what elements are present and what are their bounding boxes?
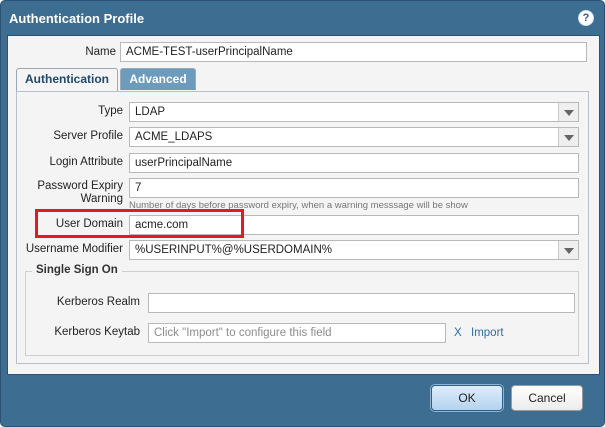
import-link[interactable]: Import [471, 327, 504, 339]
server-profile-select[interactable]: ACME_LDAPS [129, 127, 579, 147]
type-label: Type [98, 105, 123, 117]
server-profile-label: Server Profile [53, 130, 123, 142]
name-label: Name [85, 46, 116, 58]
sso-legend: Single Sign On [32, 264, 122, 276]
authentication-profile-dialog: Authentication Profile ? Name ACME-TEST-… [0, 0, 605, 427]
password-expiry-label-line1: Password Expiry [37, 180, 123, 192]
password-expiry-label: Password Expiry Warning [17, 180, 123, 206]
username-modifier-label: Username Modifier [25, 243, 123, 255]
login-attribute-input[interactable]: userPrincipalName [129, 153, 579, 173]
password-expiry-label-line2: Warning [80, 193, 123, 205]
name-input[interactable]: ACME-TEST-userPrincipalName [120, 42, 587, 62]
kerberos-realm-label: Kerberos Realm [56, 296, 140, 308]
chevron-down-icon[interactable] [558, 128, 578, 146]
tab-advanced[interactable]: Advanced [120, 68, 196, 90]
help-icon[interactable]: ? [578, 10, 594, 26]
tab-authentication[interactable]: Authentication [16, 68, 118, 92]
authentication-tab-panel: Type LDAP Server Profile ACME_LDAPS Logi… [16, 91, 589, 364]
server-profile-value: ACME_LDAPS [135, 131, 213, 143]
kerberos-keytab-label: Kerberos Keytab [54, 326, 140, 338]
login-attribute-label: Login Attribute [49, 156, 123, 168]
dialog-title: Authentication Profile [9, 11, 145, 26]
type-value: LDAP [135, 106, 166, 118]
sso-fieldset: Single Sign On Kerberos Realm Kerberos K… [25, 264, 579, 356]
clear-keytab-icon[interactable]: X [454, 327, 462, 339]
password-expiry-input[interactable]: 7 [129, 178, 579, 198]
dialog-titlebar[interactable]: Authentication Profile ? [1, 1, 604, 35]
username-modifier-select[interactable]: %USERINPUT%@%USERDOMAIN% [129, 240, 579, 260]
username-modifier-value: %USERINPUT%@%USERDOMAIN% [135, 244, 332, 256]
highlight-annotation [35, 209, 244, 238]
chevron-down-icon[interactable] [558, 103, 578, 121]
kerberos-realm-input[interactable] [148, 293, 575, 313]
chevron-down-icon[interactable] [558, 241, 578, 259]
kerberos-keytab-input[interactable]: Click "Import" to configure this field [148, 323, 446, 343]
type-select[interactable]: LDAP [129, 102, 579, 122]
ok-button[interactable]: OK [431, 385, 503, 411]
dialog-body: Name ACME-TEST-userPrincipalName Authent… [7, 35, 600, 375]
cancel-button[interactable]: Cancel [511, 385, 583, 411]
